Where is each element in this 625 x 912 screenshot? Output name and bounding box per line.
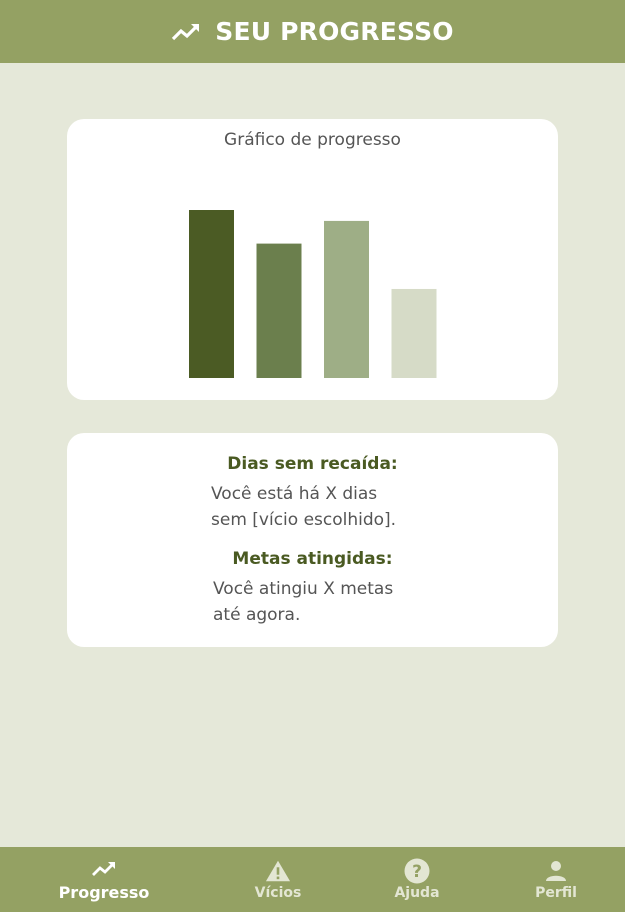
page-title: SEU PROGRESSO xyxy=(215,17,454,46)
days-without-relapse-title: Dias sem recaída: xyxy=(227,454,398,474)
warning-icon xyxy=(265,859,291,883)
nav-label-perfil: Perfil xyxy=(535,884,577,901)
bottom-navigation: Progresso Vícios ? Ajuda Perfil xyxy=(0,847,625,912)
svg-text:?: ? xyxy=(412,862,422,882)
nav-item-perfil[interactable]: Perfil xyxy=(486,847,625,912)
stats-card: Dias sem recaída: Você está há X dias se… xyxy=(67,433,558,647)
chart-bar-3 xyxy=(324,220,369,378)
person-icon xyxy=(543,859,569,883)
chart-bar-2 xyxy=(256,243,302,378)
trending-up-icon xyxy=(171,20,203,44)
goals-achieved-title: Metas atingidas: xyxy=(232,549,393,569)
nav-label-vicios: Vícios xyxy=(254,884,302,901)
nav-item-vicios[interactable]: Vícios xyxy=(208,847,348,912)
progress-chart xyxy=(189,210,437,378)
chart-bar-1 xyxy=(189,210,234,378)
nav-label-progresso: Progresso xyxy=(58,883,150,902)
nav-item-progresso[interactable]: Progresso xyxy=(34,847,174,912)
progress-chart-card: Gráfico de progresso xyxy=(67,119,558,400)
goals-achieved-text: Você atingiu X metas até agora. xyxy=(213,579,394,625)
chart-bar-4 xyxy=(391,288,437,378)
trending-up-icon xyxy=(91,857,117,881)
nav-item-ajuda[interactable]: ? Ajuda xyxy=(347,847,487,912)
help-circle-icon: ? xyxy=(404,858,430,883)
app-header: SEU PROGRESSO xyxy=(0,0,625,63)
days-without-relapse-text: Você está há X dias sem [vício escolhido… xyxy=(211,484,397,530)
nav-label-ajuda: Ajuda xyxy=(394,884,440,901)
